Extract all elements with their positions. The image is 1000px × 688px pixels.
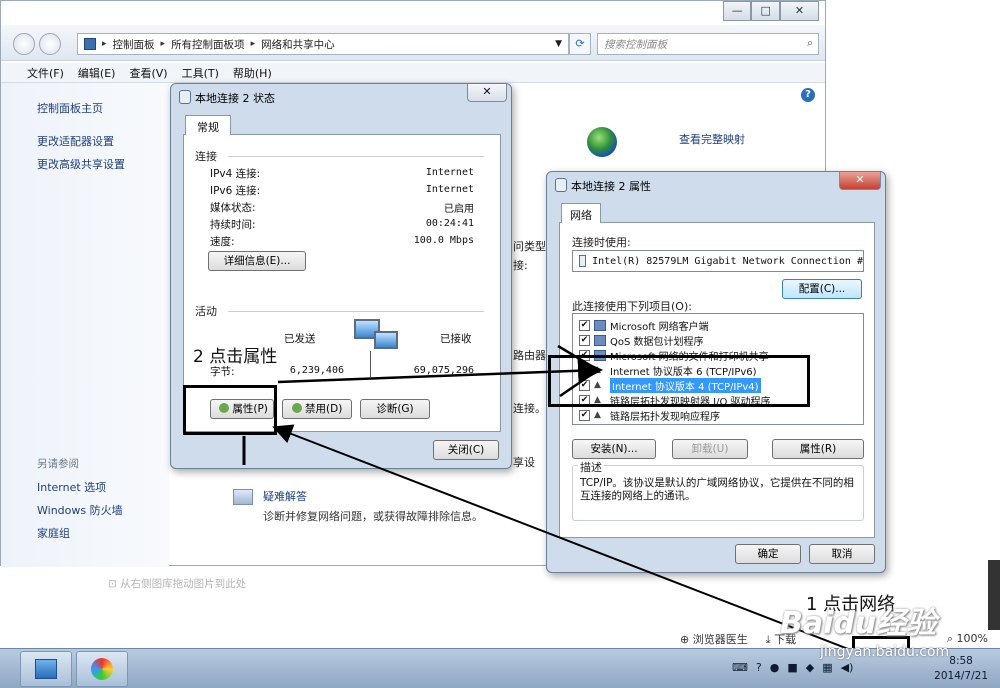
app-tray-icon[interactable]: ■	[787, 661, 797, 674]
control-panel-icon	[35, 659, 57, 679]
paint-icon	[91, 658, 113, 680]
qq-icon[interactable]: ●	[770, 661, 780, 674]
app-tray-icon-2[interactable]: ◆	[806, 661, 814, 674]
volume-icon[interactable]: ◀)	[841, 661, 854, 674]
tab-networking[interactable]: 网络	[561, 203, 601, 223]
system-tray: ⌨ ? ● ■ ◆ ▦ ◀)	[732, 661, 853, 674]
annotation-arrows	[242, 344, 857, 653]
baidu-watermark-url: jingyan.baidu.com	[820, 644, 950, 660]
arrow-to-ipv4	[277, 358, 603, 384]
baidu-watermark: Baidu经验	[780, 606, 937, 641]
network-icon[interactable]: ▦	[822, 661, 832, 674]
arrow-to-properties	[272, 424, 857, 653]
tab-general[interactable]: 常规	[185, 115, 231, 135]
control-panel-taskbar-button[interactable]	[20, 651, 72, 687]
clock-date: 2014/7/21	[934, 670, 988, 682]
help-tray-icon[interactable]: ?	[756, 661, 762, 674]
keyboard-icon[interactable]: ⌨	[732, 661, 748, 674]
paint-taskbar-button[interactable]	[76, 651, 128, 687]
